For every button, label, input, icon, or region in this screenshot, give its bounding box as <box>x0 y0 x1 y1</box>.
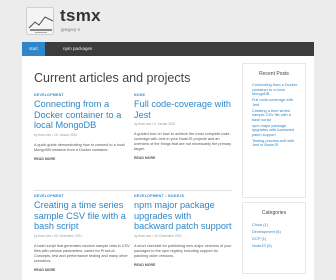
article-title[interactable]: Full code-coverage with Jest <box>134 99 232 120</box>
article-card: DEVELOPMENT • NODEJS npm major package u… <box>134 194 232 267</box>
article-excerpt: A quick guide demonstrating how to conne… <box>34 142 125 152</box>
recent-post-link[interactable]: Creating a time series sample CSV file w… <box>252 108 300 123</box>
article-category[interactable]: DEVELOPMENT <box>34 194 132 199</box>
article-excerpt: A guided tour on how to achieve the most… <box>134 132 232 151</box>
article-meta: by tsmx-dev • 5. Januar 2022 <box>134 122 176 126</box>
category-link[interactable]: NodeJS (5) <box>243 242 305 249</box>
recent-post-link[interactable]: Full code-coverage with Jest <box>252 97 300 107</box>
site-logo[interactable] <box>26 7 54 35</box>
site-title[interactable]: tsmx <box>60 6 101 26</box>
article-excerpt: A bash script that generates random samp… <box>34 243 130 263</box>
recent-post-link[interactable]: npm major package upgrades with backward… <box>252 123 300 138</box>
read-more-link[interactable]: READ MORE <box>34 268 132 272</box>
read-more-link[interactable]: READ MORE <box>34 157 132 161</box>
page-heading: Current articles and projects <box>34 71 191 85</box>
category-link[interactable]: GCP (1) <box>243 235 305 242</box>
categories-list: Cloud (1) Development (6) GCP (1) NodeJS… <box>243 216 305 249</box>
site-header: tsmx gregory-n <box>0 0 336 42</box>
nav-item-start[interactable]: start <box>22 42 45 56</box>
article-divider <box>34 190 232 191</box>
categories-heading: Categories <box>261 210 287 216</box>
article-meta: by tsmx-dev • 30. Dezember 2021 <box>34 233 83 238</box>
article-card: DEVELOPMENT Creating a time series sampl… <box>34 194 132 272</box>
article-card: DEVELOPMENT Connecting from a Docker con… <box>34 93 132 161</box>
main-navigation: start npm packages <box>22 42 314 56</box>
article-category[interactable]: DEVELOPMENT • NODEJS <box>134 194 232 199</box>
read-more-link[interactable]: READ MORE <box>134 156 232 160</box>
category-link[interactable]: Development (6) <box>243 228 305 235</box>
article-title[interactable]: Connecting from a Docker container to a … <box>34 99 132 131</box>
category-link[interactable]: Cloud (1) <box>243 221 305 228</box>
recent-posts-heading: Recent Posts <box>259 71 289 77</box>
article-title[interactable]: Creating a time series sample CSV file w… <box>34 200 132 232</box>
nav-item-npm-packages[interactable]: npm packages <box>56 42 99 56</box>
site-tagline: gregory-n <box>61 27 81 32</box>
logo-image <box>27 8 53 34</box>
article-meta: by tsmx-dev • 10. Januar 2022 <box>34 132 78 137</box>
article-category[interactable]: NODE <box>134 93 232 98</box>
article-title[interactable]: npm major package upgrades with backward… <box>134 200 232 232</box>
recent-post-link[interactable]: Connecting from a Docker container to a … <box>252 82 300 97</box>
article-excerpt: A short checklist for publishing new maj… <box>134 243 232 258</box>
categories-widget: Categories Cloud (1) Development (6) GCP… <box>242 202 306 274</box>
recent-posts-widget: Recent Posts Connecting from a Docker co… <box>242 63 306 198</box>
article-meta: by tsmx-dev • 15. Dezember 2021 <box>134 233 183 238</box>
article-card: NODE Full code-coverage with Jest by tsm… <box>134 93 232 160</box>
read-more-link[interactable]: READ MORE <box>134 263 232 267</box>
recent-post-link[interactable]: Testing process.exit with Jest in NodeJS <box>252 138 300 148</box>
article-category[interactable]: DEVELOPMENT <box>34 93 132 98</box>
recent-posts-list: Connecting from a Docker container to a … <box>243 77 305 148</box>
